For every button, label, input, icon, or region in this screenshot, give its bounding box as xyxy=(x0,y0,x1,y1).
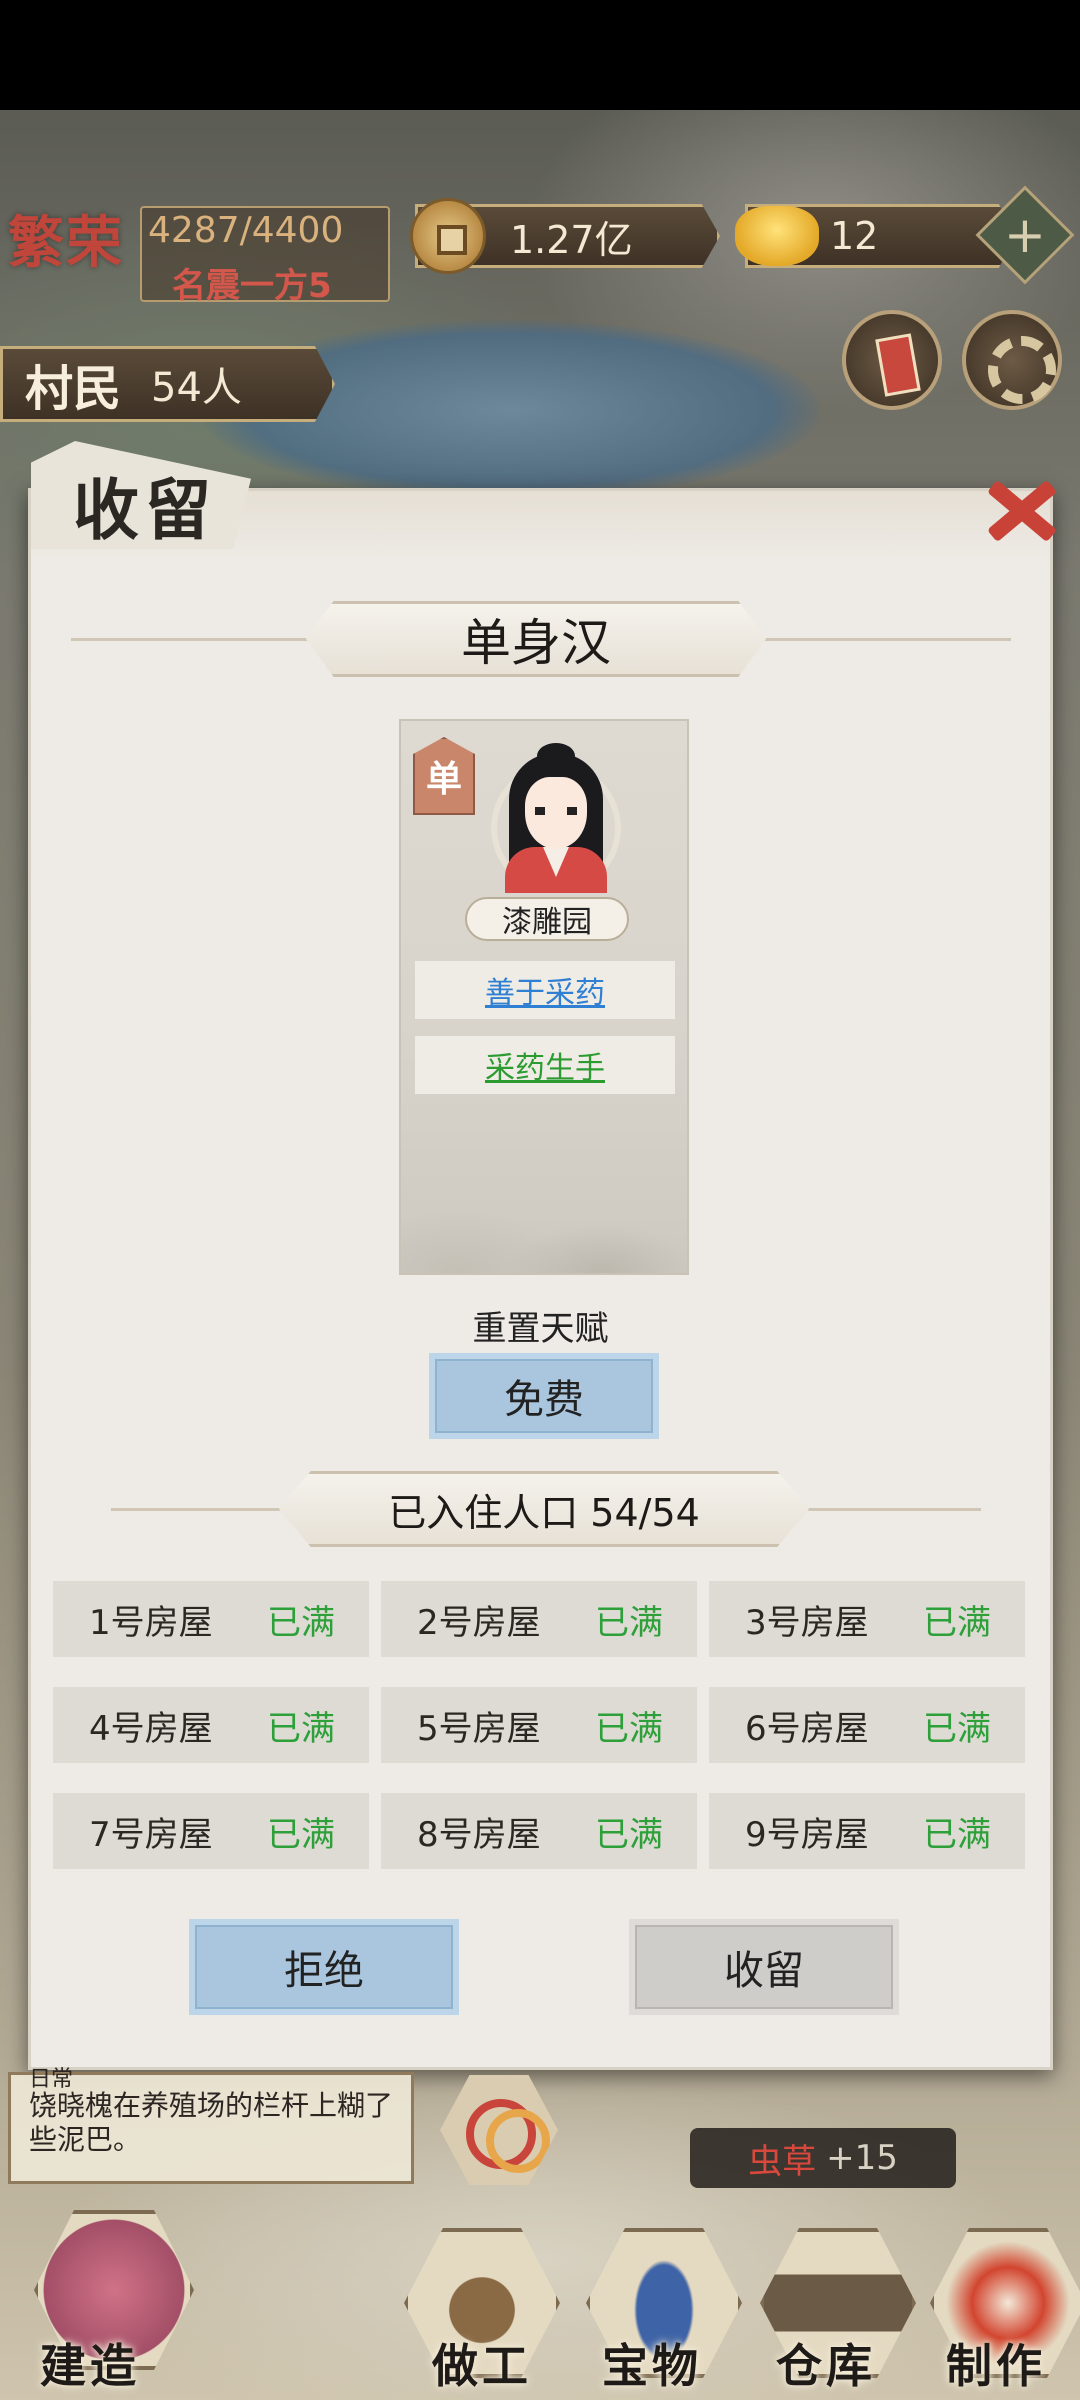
free-reset-button[interactable]: 免费 xyxy=(429,1353,659,1439)
prosperity-value: 4287/4400 xyxy=(148,210,344,251)
prosperity-rank: 名震一方5 xyxy=(172,266,332,306)
gear-icon[interactable] xyxy=(962,310,1062,410)
house-status: 已满 xyxy=(923,1708,991,1749)
daily-log-title: 日常 xyxy=(29,2067,74,2092)
nav-build-label[interactable]: 建造 xyxy=(40,2330,140,2396)
house-status: 已满 xyxy=(267,1814,335,1855)
house-name: 7号房屋 xyxy=(89,1814,213,1855)
reward-amount: +15 xyxy=(826,2138,898,2178)
house-status: 已满 xyxy=(595,1814,663,1855)
house-item[interactable]: 1号房屋 已满 xyxy=(53,1581,369,1657)
person-title-banner: 单身汉 xyxy=(31,601,1050,677)
house-name: 5号房屋 xyxy=(417,1708,541,1749)
single-tag: 单 xyxy=(413,737,475,815)
shelter-dialog: 收留 单身汉 单 漆雕园 善于采药 采药生手 重置天赋 免费 已入住人口 54/… xyxy=(28,441,1053,2070)
shelter-button[interactable]: 收留 xyxy=(629,1919,899,2015)
house-name: 1号房屋 xyxy=(89,1602,213,1643)
nav-storage-label[interactable]: 仓库 xyxy=(776,2330,876,2396)
house-item[interactable]: 9号房屋 已满 xyxy=(709,1793,1025,1869)
house-item[interactable]: 4号房屋 已满 xyxy=(53,1687,369,1763)
house-item[interactable]: 5号房屋 已满 xyxy=(381,1687,697,1763)
house-status: 已满 xyxy=(267,1602,335,1643)
house-grid: 1号房屋 已满 2号房屋 已满 3号房屋 已满 4号房屋 已满 5号房屋 已满 6号房屋已… xyxy=(53,1581,1025,1869)
villager-card: 单 漆雕园 善于采药 采药生手 xyxy=(399,719,689,1275)
dialog-title: 收留 xyxy=(73,471,217,549)
house-status: 已满 xyxy=(923,1814,991,1855)
house-status: 已满 xyxy=(923,1602,991,1643)
house-status: 已满 xyxy=(595,1602,663,1643)
daily-log-text: 饶晓槐在养殖场的栏杆上糊了些泥巴。 xyxy=(29,2089,394,2156)
house-name: 2号房屋 xyxy=(417,1602,541,1643)
villager-label: 村民 xyxy=(25,361,122,417)
house-item[interactable]: 8号房屋 已满 xyxy=(381,1793,697,1869)
house-name: 6号房屋 xyxy=(745,1708,869,1749)
coin-icon xyxy=(410,198,486,274)
avatar xyxy=(491,743,621,893)
gold-amount: 12 xyxy=(830,214,879,258)
reset-talent-label: 重置天赋 xyxy=(472,1309,609,1349)
close-icon[interactable] xyxy=(973,465,1063,555)
villager-count: 54人 xyxy=(151,365,242,411)
trait-link-1[interactable]: 善于采药 xyxy=(415,961,675,1019)
population-count: 已入住人口 54/54 xyxy=(279,1471,809,1547)
house-name: 9号房屋 xyxy=(745,1814,869,1855)
plus-icon: + xyxy=(1004,206,1046,264)
house-status: 已满 xyxy=(267,1708,335,1749)
reject-button[interactable]: 拒绝 xyxy=(189,1919,459,2015)
house-name: 8号房屋 xyxy=(417,1814,541,1855)
population-banner: 已入住人口 54/54 xyxy=(31,1471,1050,1547)
coin-amount: 1.27亿 xyxy=(510,217,633,262)
scroll-icon[interactable] xyxy=(842,310,942,410)
nav-craft-label[interactable]: 制作 xyxy=(946,2330,1046,2396)
house-item[interactable]: 2号房屋 已满 xyxy=(381,1581,697,1657)
house-item[interactable]: 3号房屋 已满 xyxy=(709,1581,1025,1657)
nav-treasure-label[interactable]: 宝物 xyxy=(602,2330,702,2396)
daily-log[interactable]: 日常 饶晓槐在养殖场的栏杆上糊了些泥巴。 xyxy=(8,2067,414,2184)
house-status: 已满 xyxy=(595,1708,663,1749)
card-mountain-art xyxy=(401,1073,687,1273)
person-title: 单身汉 xyxy=(306,601,766,677)
gold-ingot-icon xyxy=(735,206,819,266)
prosperity-title: 繁荣 xyxy=(8,210,124,276)
house-item[interactable]: 7号房屋 已满 xyxy=(53,1793,369,1869)
reward-item: 虫草 xyxy=(748,2141,817,2182)
villager-counter[interactable]: 村民 54人 xyxy=(0,346,335,422)
nav-work-label[interactable]: 做工 xyxy=(432,2330,532,2396)
reward-toast: 虫草 +15 xyxy=(690,2128,956,2188)
workplace-label: 漆雕园 xyxy=(465,897,629,941)
trait-link-2[interactable]: 采药生手 xyxy=(415,1036,675,1094)
house-name: 3号房屋 xyxy=(745,1602,869,1643)
house-name: 4号房屋 xyxy=(89,1708,213,1749)
house-item[interactable]: 6号房屋 已满 xyxy=(709,1687,1025,1763)
